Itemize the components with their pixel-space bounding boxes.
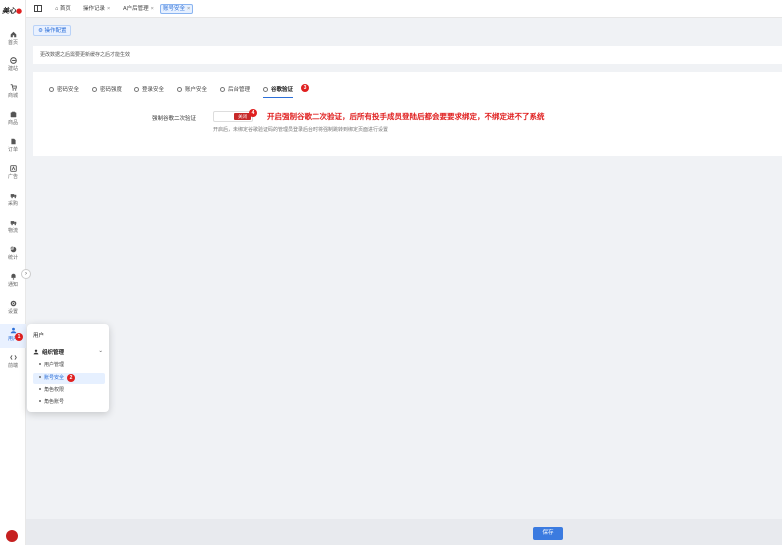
step-badge: 2 xyxy=(67,374,75,382)
flyout-title: 用户 xyxy=(33,333,45,339)
subtab-account-security[interactable]: 账户安全 xyxy=(177,85,207,95)
close-icon[interactable]: × xyxy=(151,6,154,12)
sidebar-label: 商城 xyxy=(7,93,18,99)
box-icon xyxy=(10,111,16,118)
lock-icon xyxy=(92,87,97,92)
sidebar-item-purchase[interactable]: 采购 xyxy=(0,189,26,213)
footer-bar: 保存 xyxy=(26,519,782,545)
cache-hint: 更改数据之后需要更新缓存之后才能生效 xyxy=(33,46,782,64)
save-button[interactable]: 保存 xyxy=(533,527,563,540)
user-flyout-menu: 用户 组织管理 ⌄ 用户管理 账号安全 2 角色权限 角色账号 xyxy=(27,324,109,412)
tab-account-security[interactable]: 账号安全 × xyxy=(160,4,194,14)
pie-chart-icon xyxy=(9,246,16,253)
bell-icon xyxy=(10,273,16,280)
sidebar-item-frontend[interactable]: 前端 xyxy=(0,351,26,375)
step-badge: 1 xyxy=(15,333,23,341)
sidebar-label: 订单 xyxy=(7,147,18,153)
user-icon xyxy=(177,87,182,92)
ad-icon xyxy=(9,165,17,172)
sidebar-label: 首页 xyxy=(7,40,18,46)
settings-icon xyxy=(220,87,225,92)
annotation-note: 开启强制谷歌二次验证，后所有投手成员登陆后都会要要求绑定，不绑定进不了系统 xyxy=(267,112,545,121)
step-badge: 4 xyxy=(249,109,257,117)
site-icon xyxy=(9,57,17,64)
sidebar-item-site[interactable]: 建站 xyxy=(0,54,26,78)
shield-icon xyxy=(263,87,268,92)
sidebar-label: 广告 xyxy=(7,174,18,180)
sidebar-label: 通知 xyxy=(7,282,18,288)
sidebar-item-mall[interactable]: 商城 xyxy=(0,81,26,105)
tab-account-manage[interactable]: A户后管理 × xyxy=(121,4,156,14)
force-2fa-toggle[interactable]: 关闭 xyxy=(213,111,253,122)
logo[interactable]: 美心● xyxy=(2,6,24,16)
gear-icon xyxy=(10,300,16,307)
truck-icon xyxy=(10,221,16,226)
order-icon xyxy=(10,138,16,145)
chevron-down-icon: ⌄ xyxy=(98,348,103,354)
tab-home[interactable]: ⌂ 首页 xyxy=(53,4,73,14)
sidebar-label: 前端 xyxy=(7,363,18,369)
flyout-item-user-manage[interactable]: 用户管理 xyxy=(33,360,105,371)
sidebar-collapse-button[interactable]: › xyxy=(21,269,31,279)
sidebar-label: 物流 xyxy=(7,228,18,234)
close-icon[interactable]: × xyxy=(107,6,110,12)
sidebar-item-stats[interactable]: 统计 xyxy=(0,243,26,267)
sidebar-label: 采购 xyxy=(7,201,18,207)
flyout-group-org[interactable]: 组织管理 ⌄ xyxy=(33,348,105,358)
user-icon xyxy=(33,349,39,355)
shield-icon xyxy=(49,87,54,92)
user-icon xyxy=(134,87,139,92)
sidebar-item-users[interactable]: 用户 1 xyxy=(0,324,26,348)
sidebar-label: 商品 xyxy=(7,120,18,126)
sidebar-item-settings[interactable]: 设置 xyxy=(0,297,26,321)
force-2fa-help: 开启后，未绑定谷歌验证码的管理员登录后台时将强制跳转到绑定页面进行设置 xyxy=(213,127,389,133)
code-icon xyxy=(9,355,17,360)
tab-bar: ⌂ 首页 操作记录 × A户后管理 × 账号安全 × xyxy=(26,0,782,18)
sidebar-item-products[interactable]: 商品 xyxy=(0,108,26,132)
sidebar-item-ads[interactable]: 广告 xyxy=(0,162,26,186)
subtab-password-security[interactable]: 密码安全 xyxy=(49,85,79,95)
sidebar-label: 设置 xyxy=(7,309,18,315)
truck-icon xyxy=(10,194,16,199)
sidebar-item-logistics[interactable]: 物流 xyxy=(0,216,26,240)
settings-card: 密码安全 密码强度 登录安全 账户安全 后台管理 谷歌验证 3 强制谷歌二次验证… xyxy=(33,72,782,156)
sidebar-label: 建站 xyxy=(7,66,18,72)
subtab-google-auth[interactable]: 谷歌验证 xyxy=(263,85,294,98)
flyout-item-role-permission[interactable]: 角色权限 xyxy=(33,385,105,396)
close-icon[interactable]: × xyxy=(187,6,190,12)
menu-toggle-icon[interactable] xyxy=(34,5,42,12)
sidebar-label: 统计 xyxy=(7,255,18,261)
section-tab-config[interactable]: ⚙ 操作配置 xyxy=(33,25,72,36)
sidebar-item-orders[interactable]: 订单 xyxy=(0,135,26,159)
subtab-login-security[interactable]: 登录安全 xyxy=(134,85,164,95)
home-icon xyxy=(10,31,16,38)
sidebar-item-home[interactable]: 首页 xyxy=(0,28,26,52)
flyout-item-role-account[interactable]: 角色账号 xyxy=(33,397,105,408)
subtab-admin-manage[interactable]: 后台管理 xyxy=(220,85,250,95)
tab-operation-log[interactable]: 操作记录 × xyxy=(81,4,112,14)
subtab-password-strength[interactable]: 密码强度 xyxy=(92,85,122,95)
cart-icon xyxy=(10,84,17,91)
step-badge: 3 xyxy=(301,84,309,92)
force-2fa-label: 强制谷歌二次验证 xyxy=(152,116,197,122)
avatar[interactable] xyxy=(6,530,18,542)
